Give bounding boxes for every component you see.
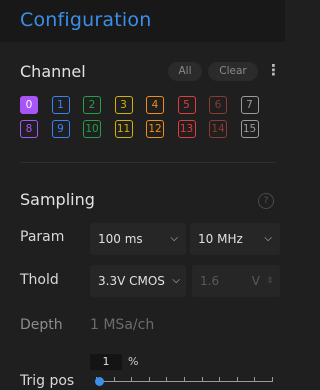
depth-label: Depth bbox=[20, 317, 63, 333]
chevron-down-icon: ⌵ bbox=[264, 233, 272, 244]
sample-rate-value: 10 MHz bbox=[198, 232, 243, 246]
trigger-position-input[interactable]: 1 bbox=[90, 354, 122, 370]
help-icon[interactable]: ? bbox=[258, 193, 274, 209]
param-label: Param bbox=[20, 229, 65, 245]
threshold-standard-select[interactable]: 3.3V CMOS ⌵ bbox=[90, 265, 186, 297]
depth-value: 1 MSa/ch bbox=[90, 317, 155, 333]
trigger-position-slider-thumb[interactable] bbox=[94, 377, 104, 386]
select-all-channels-button[interactable]: All bbox=[168, 62, 202, 81]
trigger-position-label: Trig pos bbox=[20, 373, 75, 389]
page-title: Configuration bbox=[20, 9, 152, 31]
channel-button-4[interactable]: 4 bbox=[146, 96, 164, 114]
channel-section-title: Channel bbox=[20, 62, 86, 81]
trigger-position-unit: % bbox=[128, 355, 139, 368]
threshold-voltage-input[interactable]: 1.6 V ⇳ bbox=[192, 265, 280, 297]
channel-button-12[interactable]: 12 bbox=[146, 120, 164, 138]
slider-tick bbox=[113, 377, 115, 382]
threshold-voltage-value: 1.6 bbox=[200, 274, 220, 288]
channel-button-7[interactable]: 7 bbox=[240, 96, 259, 114]
slider-tick bbox=[201, 377, 203, 382]
channel-button-5[interactable]: 5 bbox=[177, 96, 196, 114]
sampling-section-title: Sampling bbox=[20, 190, 95, 209]
thold-label: Thold bbox=[20, 272, 59, 288]
config-header: Configuration bbox=[0, 0, 285, 42]
channel-button-9[interactable]: 9 bbox=[51, 120, 70, 138]
slider-tick bbox=[148, 377, 150, 382]
channel-button-15[interactable]: 15 bbox=[240, 120, 259, 138]
sample-time-select[interactable]: 100 ms ⌵ bbox=[90, 223, 186, 255]
sample-rate-select[interactable]: 10 MHz ⌵ bbox=[190, 223, 280, 255]
channel-button-2[interactable]: 2 bbox=[83, 96, 101, 114]
channel-button-3[interactable]: 3 bbox=[114, 96, 133, 114]
kebab-menu-icon[interactable]: ⋮ bbox=[266, 61, 281, 81]
channel-button-0[interactable]: 0 bbox=[20, 96, 38, 114]
slider-tick bbox=[219, 377, 221, 382]
clear-channels-button[interactable]: Clear bbox=[208, 62, 258, 81]
section-divider bbox=[20, 162, 276, 163]
slider-tick bbox=[184, 377, 185, 382]
sample-time-value: 100 ms bbox=[98, 232, 143, 246]
chevron-down-icon: ⌵ bbox=[170, 233, 178, 244]
chevron-down-icon: ⌵ bbox=[172, 275, 180, 286]
slider-tick bbox=[236, 377, 238, 382]
channel-button-1[interactable]: 1 bbox=[51, 96, 70, 114]
channel-button-6[interactable]: 6 bbox=[209, 96, 227, 114]
threshold-voltage-unit: V bbox=[251, 274, 260, 288]
channel-button-10[interactable]: 10 bbox=[83, 120, 101, 138]
slider-tick bbox=[254, 377, 256, 382]
channel-button-11[interactable]: 11 bbox=[114, 120, 133, 138]
slider-tick bbox=[272, 377, 273, 382]
slider-tick bbox=[131, 377, 133, 382]
stepper-icon[interactable]: ⇳ bbox=[266, 265, 274, 297]
channel-button-14[interactable]: 14 bbox=[209, 120, 227, 138]
slider-tick bbox=[166, 377, 168, 382]
threshold-standard-value: 3.3V CMOS bbox=[98, 274, 165, 288]
channel-button-8[interactable]: 8 bbox=[20, 120, 38, 138]
channel-button-13[interactable]: 13 bbox=[177, 120, 196, 138]
